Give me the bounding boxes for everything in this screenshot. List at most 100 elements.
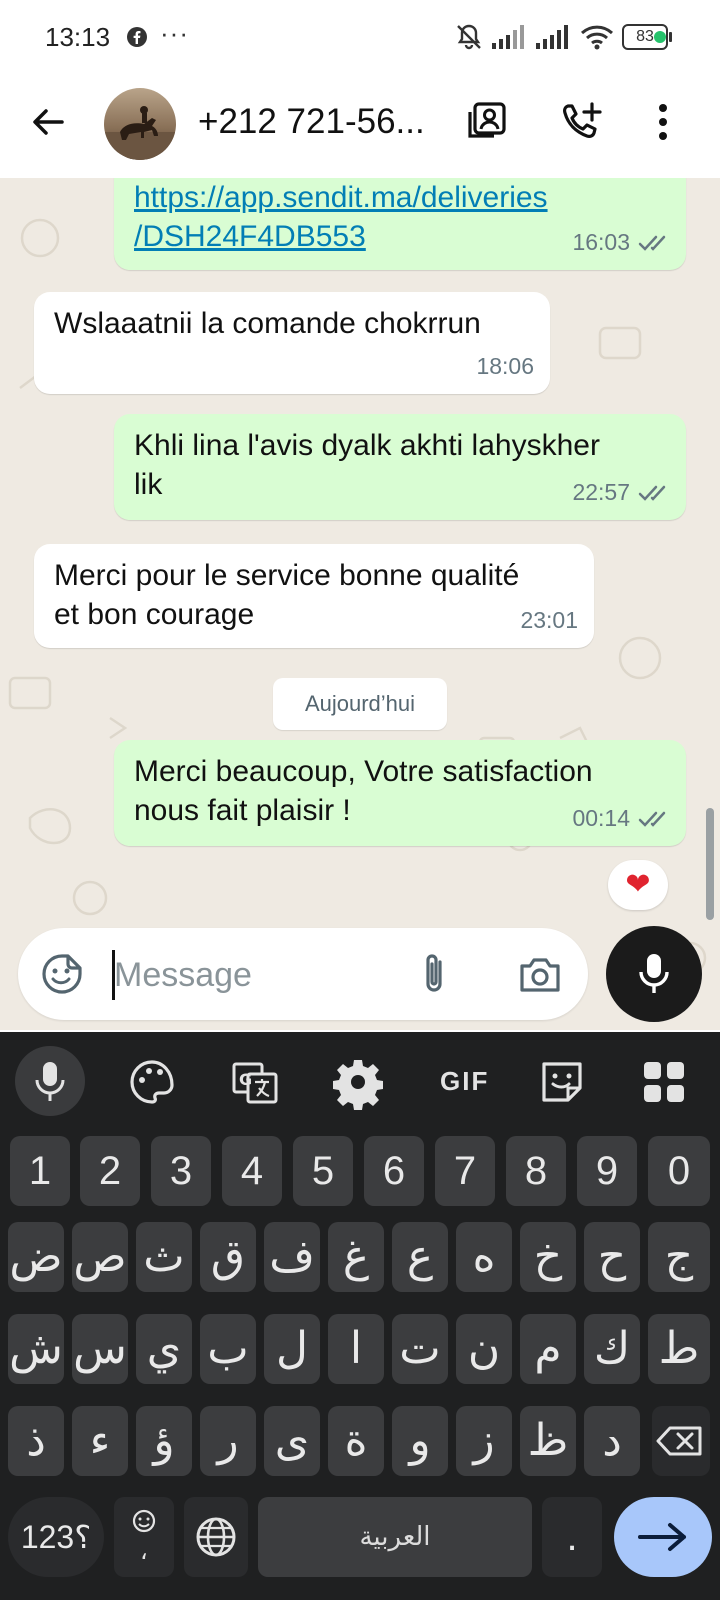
delivery-link[interactable]: https://app.sendit.ma/deliveries: [134, 181, 548, 214]
key-ta-marbuta[interactable]: ة: [328, 1406, 384, 1476]
settings-gear-icon[interactable]: [328, 1052, 388, 1112]
key-shin[interactable]: ش: [8, 1314, 64, 1384]
apps-grid-icon[interactable]: [634, 1052, 694, 1112]
message-text: Merci beaucoup, Votre satisfaction: [134, 755, 593, 788]
message-text: Khli lina l'avis dyalk akhti lahyskher: [134, 429, 600, 462]
message-bubble-outgoing[interactable]: https://app.sendit.ma/deliveries /DSH24F…: [114, 178, 686, 270]
key-zay[interactable]: ز: [456, 1406, 512, 1476]
attach-icon[interactable]: [418, 950, 450, 998]
voice-record-button[interactable]: [606, 926, 702, 1022]
double-check-icon: [638, 810, 670, 828]
emoji-icon: ،: [132, 1509, 156, 1565]
key-alif-maqsura[interactable]: ى: [264, 1406, 320, 1476]
microphone-icon: [639, 954, 669, 993]
key-dhal[interactable]: ذ: [8, 1406, 64, 1476]
emoji-key[interactable]: ،: [114, 1497, 174, 1577]
sticker-keyboard-icon[interactable]: [532, 1052, 592, 1112]
backspace-key[interactable]: [652, 1406, 710, 1476]
contact-name[interactable]: +212 721-56...: [198, 102, 425, 142]
more-options-icon[interactable]: [648, 100, 678, 144]
message-bubble-outgoing[interactable]: Merci beaucoup, Votre satisfaction nous …: [114, 740, 686, 846]
message-bubble-outgoing[interactable]: Khli lina l'avis dyalk akhti lahyskher l…: [114, 414, 686, 520]
language-key[interactable]: [184, 1497, 248, 1577]
key-hha[interactable]: ح: [584, 1222, 640, 1292]
key-8[interactable]: 8: [506, 1136, 566, 1206]
camera-icon[interactable]: [518, 954, 562, 994]
period-key[interactable]: .: [542, 1497, 602, 1577]
heart-reaction[interactable]: ❤: [608, 860, 668, 910]
key-lam[interactable]: ل: [264, 1314, 320, 1384]
signal-1-icon: [492, 25, 528, 49]
double-check-icon: [638, 234, 670, 252]
key-tha[interactable]: ث: [136, 1222, 192, 1292]
key-9[interactable]: 9: [577, 1136, 637, 1206]
message-bubble-incoming[interactable]: Merci pour le service bonne qualité et b…: [34, 544, 594, 648]
contact-avatar[interactable]: [104, 88, 176, 160]
key-6[interactable]: 6: [364, 1136, 424, 1206]
key-nun[interactable]: ن: [456, 1314, 512, 1384]
message-text-cont: lik: [134, 468, 163, 501]
key-3[interactable]: 3: [151, 1136, 211, 1206]
key-2[interactable]: 2: [80, 1136, 140, 1206]
enter-arrow-icon: [638, 1523, 686, 1551]
key-ra[interactable]: ر: [200, 1406, 256, 1476]
key-ta[interactable]: ت: [392, 1314, 448, 1384]
key-ha[interactable]: ه: [456, 1222, 512, 1292]
key-0[interactable]: 0: [648, 1136, 710, 1206]
key-7[interactable]: 7: [435, 1136, 495, 1206]
emoji-key-comma: ،: [140, 1537, 148, 1565]
message-text-cont: nous fait plaisir !: [134, 794, 351, 827]
chat-header: +212 721-56...: [0, 78, 720, 178]
theme-palette-icon[interactable]: [122, 1052, 182, 1112]
translate-icon[interactable]: G: [226, 1052, 286, 1112]
key-qaf[interactable]: ق: [200, 1222, 256, 1292]
message-time: 22:57: [572, 479, 630, 505]
signal-2-icon: [536, 25, 572, 49]
key-ba[interactable]: ب: [200, 1314, 256, 1384]
message-time: 18:06: [476, 353, 534, 379]
key-kha[interactable]: خ: [520, 1222, 576, 1292]
key-1[interactable]: 1: [10, 1136, 70, 1206]
key-ayn[interactable]: ع: [392, 1222, 448, 1292]
key-sin[interactable]: س: [72, 1314, 128, 1384]
wifi-icon: [580, 24, 614, 50]
key-alif[interactable]: ا: [328, 1314, 384, 1384]
key-hamza[interactable]: ء: [72, 1406, 128, 1476]
gif-button[interactable]: GIF: [440, 1066, 489, 1097]
message-composer[interactable]: Message: [18, 928, 588, 1020]
key-waw[interactable]: و: [392, 1406, 448, 1476]
more-notifications-icon: ···: [160, 18, 189, 48]
video-call-icon[interactable]: [466, 100, 508, 142]
key-dad[interactable]: ض: [8, 1222, 64, 1292]
key-ghayn[interactable]: غ: [328, 1222, 384, 1292]
add-call-icon[interactable]: [560, 100, 604, 144]
message-time: 23:01: [520, 607, 578, 633]
key-kaf[interactable]: ك: [584, 1314, 640, 1384]
key-tta[interactable]: ط: [648, 1314, 710, 1384]
key-ya[interactable]: ي: [136, 1314, 192, 1384]
double-check-icon: [638, 484, 670, 502]
key-5[interactable]: 5: [293, 1136, 353, 1206]
back-arrow-icon[interactable]: [28, 102, 68, 142]
status-time: 13:13: [45, 22, 111, 52]
chat-area[interactable]: https://app.sendit.ma/deliveries /DSH24F…: [0, 178, 720, 1030]
key-dal[interactable]: د: [584, 1406, 640, 1476]
sticker-icon[interactable]: [40, 952, 84, 996]
backspace-icon: [656, 1426, 702, 1456]
key-dha[interactable]: ظ: [520, 1406, 576, 1476]
key-waw-hamza[interactable]: ؤ: [136, 1406, 192, 1476]
keyboard-mic-icon[interactable]: [15, 1046, 85, 1116]
enter-key[interactable]: [614, 1497, 712, 1577]
message-input[interactable]: Message: [114, 956, 252, 995]
space-bar[interactable]: العربية: [258, 1497, 532, 1577]
scrollbar[interactable]: [706, 808, 714, 920]
key-sad[interactable]: ص: [72, 1222, 128, 1292]
key-mim[interactable]: م: [520, 1314, 576, 1384]
mute-bell-icon: [454, 22, 484, 52]
key-jim[interactable]: ج: [648, 1222, 710, 1292]
message-bubble-incoming[interactable]: Wslaaatnii la comande chokrrun 18:06: [34, 292, 550, 394]
delivery-link-cont[interactable]: /DSH24F4DB553: [134, 220, 366, 253]
key-4[interactable]: 4: [222, 1136, 282, 1206]
symbols-key[interactable]: ؟123: [8, 1497, 104, 1577]
key-fa[interactable]: ف: [264, 1222, 320, 1292]
